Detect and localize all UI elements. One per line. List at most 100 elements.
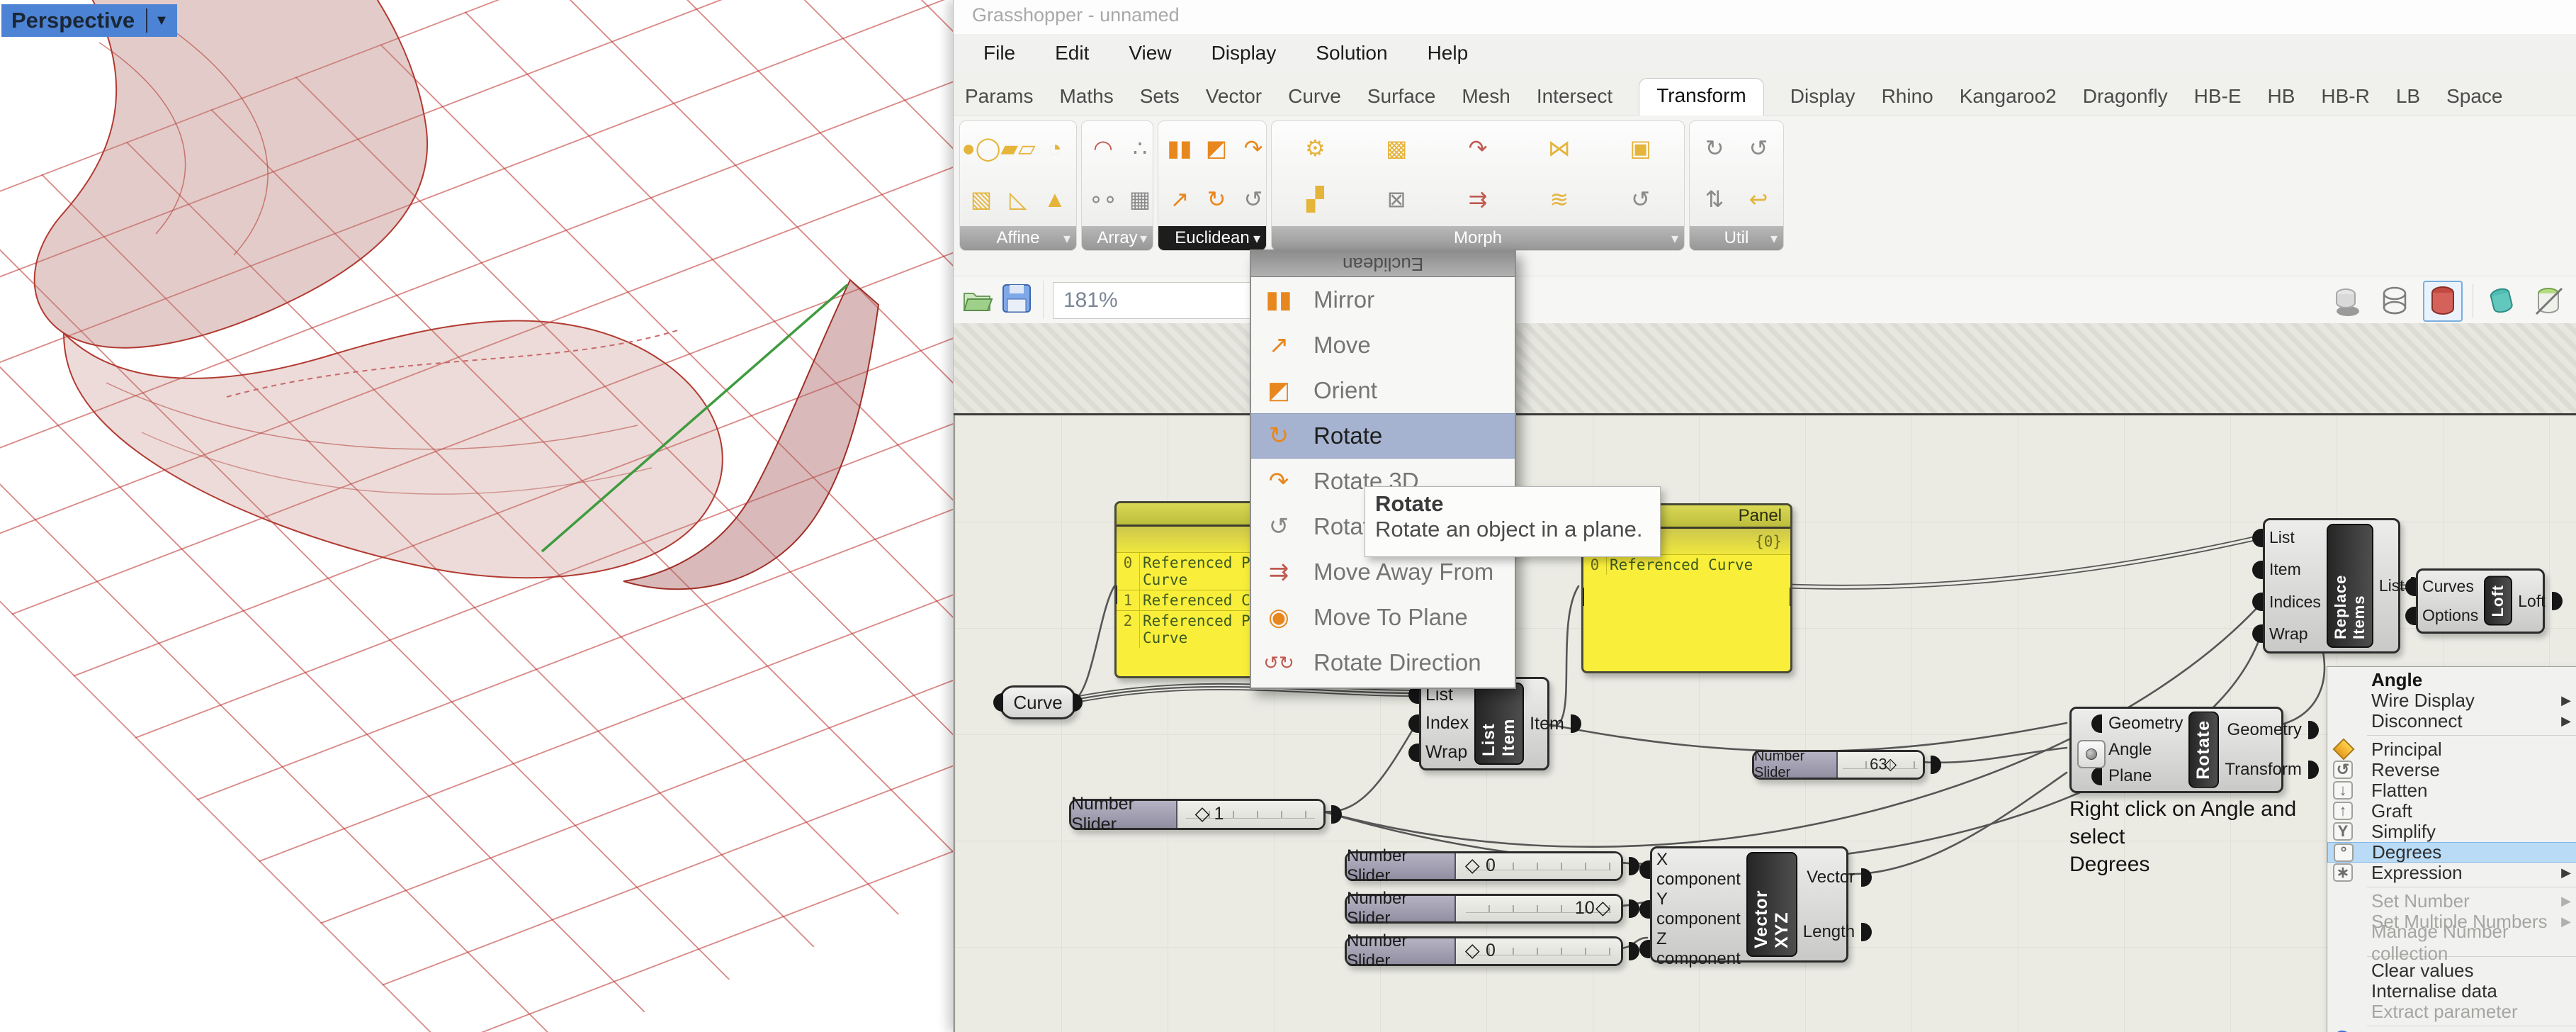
flow-icon[interactable]: ▞ <box>1297 181 1333 218</box>
vector-xyz-component[interactable]: X component Y component Z component Vect… <box>1639 846 1872 968</box>
output-item[interactable]: Item <box>1530 714 1581 734</box>
menu-item-move-to-plane[interactable]: ◉ Move To Plane <box>1251 595 1515 640</box>
menu-solution[interactable]: Solution <box>1316 42 1387 64</box>
zoom-level-input[interactable]: 181% <box>1053 282 1267 319</box>
output-length[interactable]: Length <box>1803 922 1872 942</box>
tab-params[interactable]: Params <box>965 85 1033 115</box>
tab-surface[interactable]: Surface <box>1367 85 1436 115</box>
maelstrom-icon[interactable]: ↺ <box>1622 181 1659 218</box>
menu-item-rotate-direction[interactable]: ↺↻ Rotate Direction <box>1251 640 1515 685</box>
rotate-component[interactable]: Geometry Angle Plane Rotate Geometry Tra… <box>2069 707 2320 793</box>
ctx-reverse[interactable]: ↺ Reverse <box>2327 759 2576 780</box>
shaded-preview-icon[interactable] <box>2423 281 2463 322</box>
morph-gear-icon[interactable]: ⚙ <box>1297 130 1333 167</box>
menu-file[interactable]: File <box>983 42 1015 64</box>
slider-track[interactable]: 63 ◇ <box>1838 752 1941 778</box>
ctx-principal[interactable]: Principal <box>2327 738 2576 761</box>
rect-array-icon[interactable]: ▦ <box>1122 181 1153 218</box>
input-curves[interactable]: Curves <box>2405 577 2478 596</box>
ctx-expression[interactable]: ∗ Expression ▶ <box>2327 862 2576 883</box>
input-angle[interactable]: Angle <box>2091 740 2183 760</box>
document-preview-icon[interactable] <box>2530 282 2567 320</box>
orient-icon[interactable]: ◩ <box>1198 130 1235 167</box>
rotate-axis-icon[interactable]: ◔ <box>1036 130 1073 167</box>
tab-rhino[interactable]: Rhino <box>1882 85 1933 115</box>
vector-xyz-band[interactable]: Vector XYZ <box>1746 852 1797 957</box>
compound-transform-icon[interactable]: ↻ <box>1696 130 1733 167</box>
menu-edit[interactable]: Edit <box>1055 42 1089 64</box>
tab-lb[interactable]: LB <box>2396 85 2420 115</box>
tab-curve[interactable]: Curve <box>1288 85 1341 115</box>
slider-knob[interactable]: ◇ <box>1885 754 1897 773</box>
chevron-down-icon[interactable]: ▼ <box>154 13 169 29</box>
panel1-input-port[interactable] <box>1114 585 1117 604</box>
loft-component[interactable]: Curves Options Loft Loft <box>2405 568 2563 634</box>
output-transform[interactable]: Transform <box>2225 760 2320 780</box>
ctx-disconnect[interactable]: Disconnect ▶ <box>2327 710 2576 731</box>
scale-icon[interactable]: ●◯ <box>961 130 1000 167</box>
mirror-icon[interactable]: ▮▮ <box>1161 130 1198 167</box>
replace-items-band[interactable]: Replace Items <box>2326 524 2373 648</box>
tab-transform[interactable]: Transform <box>1639 78 1764 116</box>
rotate-icon[interactable]: ↻ <box>1198 181 1235 218</box>
slider-track[interactable]: ◇ 0 <box>1456 938 1639 964</box>
ctx-wire-display[interactable]: Wire Display ▶ <box>2327 690 2576 711</box>
input-index[interactable]: Index <box>1408 713 1469 734</box>
bend-deform-icon[interactable]: ↷ <box>1459 130 1496 167</box>
input-item[interactable]: Item <box>2252 560 2321 579</box>
menu-help[interactable]: Help <box>1428 42 1469 64</box>
rotate-band[interactable]: Rotate <box>2188 712 2220 788</box>
tab-sets[interactable]: Sets <box>1140 85 1180 115</box>
tab-maths[interactable]: Maths <box>1059 85 1113 115</box>
shear-icon[interactable]: ◺ <box>1000 181 1036 218</box>
linear-array-icon[interactable]: ∘∘ <box>1085 181 1122 218</box>
input-options[interactable]: Options <box>2405 606 2478 625</box>
wireframe-preview-icon[interactable] <box>2376 282 2413 320</box>
ctx-clear-values[interactable]: Clear values <box>2327 960 2576 981</box>
point-deform-icon[interactable]: ⇉ <box>1459 181 1496 218</box>
viewport-title-chip[interactable]: Perspective ▼ <box>1 4 177 37</box>
output-loft[interactable]: Loft <box>2518 592 2563 611</box>
ctx-set-number[interactable]: Set Number ▶ <box>2327 890 2576 912</box>
loft-band[interactable]: Loft <box>2484 576 2513 626</box>
twist-box-icon[interactable]: ⊠ <box>1378 181 1415 218</box>
transform-matrix-icon[interactable]: ↩ <box>1740 181 1777 218</box>
slider-track[interactable]: 10 ◇ <box>1456 896 1639 921</box>
tab-hb-e[interactable]: HB-E <box>2194 85 2242 115</box>
number-slider-y[interactable]: Number Slider 10 ◇ <box>1345 889 1639 928</box>
list-item-band[interactable]: List Item <box>1474 683 1525 765</box>
input-geometry[interactable]: Geometry <box>2091 714 2183 734</box>
menu-display[interactable]: Display <box>1211 42 1277 64</box>
ctx-simplify[interactable]: Y Simplify <box>2327 821 2576 842</box>
ctx-manage-number-collection[interactable]: Manage Number collection <box>2327 921 2576 964</box>
taper-icon[interactable]: ⋈ <box>1541 130 1578 167</box>
inverse-transform-icon[interactable]: ⇅ <box>1696 181 1733 218</box>
tab-kangaroo2[interactable]: Kangaroo2 <box>1960 85 2057 115</box>
tab-dragonfly[interactable]: Dragonfly <box>2083 85 2168 115</box>
input-x-component[interactable]: X component <box>1639 850 1741 890</box>
project-icon[interactable]: ▧ <box>963 181 1000 218</box>
group-label-array[interactable]: Array <box>1082 226 1153 250</box>
rotate-axis2-icon[interactable]: ↺ <box>1235 181 1266 218</box>
ctx-extract-parameter[interactable]: Extract parameter <box>2327 1001 2576 1022</box>
ctx-header-angle[interactable]: Angle <box>2327 669 2576 690</box>
angle-input-icon[interactable] <box>2077 740 2106 768</box>
menu-item-move[interactable]: ↗ Move <box>1251 322 1515 368</box>
number-slider-z[interactable]: Number Slider ◇ 0 <box>1345 931 1639 970</box>
selected-only-preview-icon[interactable] <box>2483 282 2520 320</box>
tab-intersect[interactable]: Intersect <box>1537 85 1612 115</box>
slider-knob[interactable]: ◇ <box>1595 897 1610 919</box>
slider-track[interactable]: ◇ 0 <box>1456 853 1639 879</box>
scale-nu-icon[interactable]: ▰▱ <box>1000 130 1036 167</box>
ctx-flatten[interactable]: ↓ Flatten <box>2327 780 2576 801</box>
slider-knob[interactable]: ◇ <box>1465 854 1480 876</box>
tab-hb-r[interactable]: HB-R <box>2321 85 2369 115</box>
input-indices[interactable]: Indices <box>2252 593 2321 612</box>
slider-knob[interactable]: ◇ <box>1465 939 1480 961</box>
menu-item-orient[interactable]: ◩ Orient <box>1251 368 1515 413</box>
slider-knob[interactable]: ◇ <box>1195 802 1210 824</box>
number-slider-index[interactable]: Number Slider ◇ 1 <box>1069 794 1342 834</box>
panel2-output-port[interactable] <box>1790 588 1792 606</box>
input-wrap[interactable]: Wrap <box>1408 742 1469 763</box>
move-icon[interactable]: ↗ <box>1161 181 1198 218</box>
